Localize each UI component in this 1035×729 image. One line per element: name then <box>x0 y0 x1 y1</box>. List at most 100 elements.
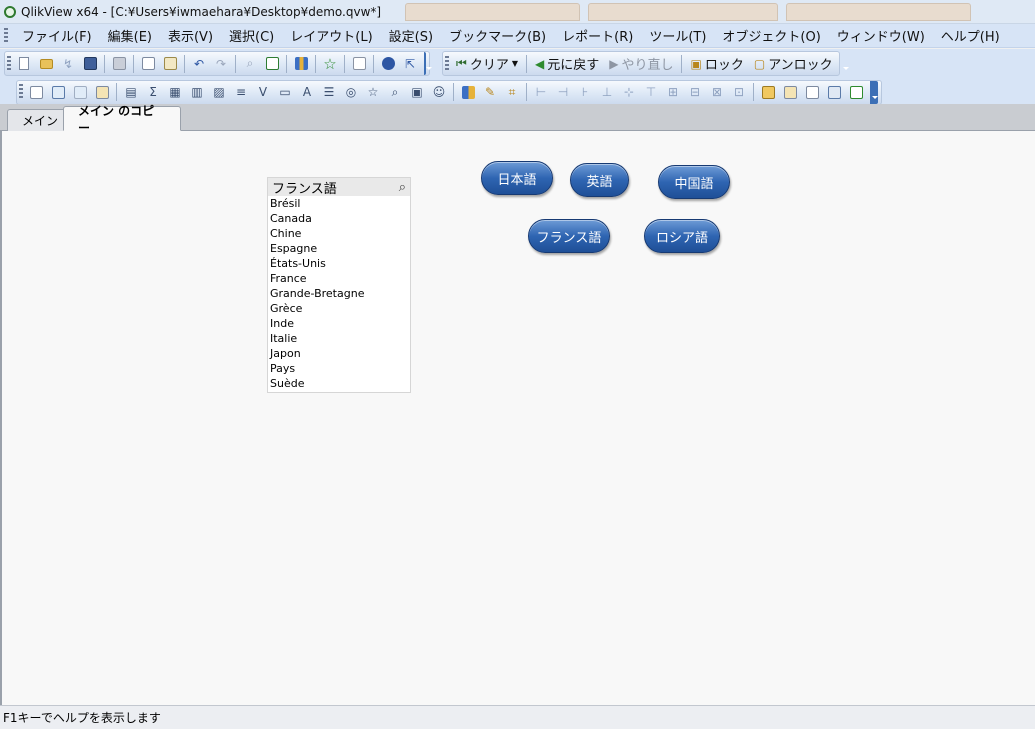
save-icon[interactable] <box>79 54 101 74</box>
chart-icon[interactable] <box>290 54 312 74</box>
align-left-icon[interactable]: ⊢ <box>530 82 552 102</box>
space-vertical-icon[interactable]: ⊟ <box>684 82 706 102</box>
edit-expression-icon[interactable] <box>801 82 823 102</box>
english-button[interactable]: 英語 <box>570 163 629 197</box>
button-object-icon[interactable]: ▭ <box>274 82 296 102</box>
menu-selections[interactable]: 選択(C) <box>221 26 282 45</box>
new-icon[interactable] <box>13 54 35 74</box>
forward-button[interactable]: ▶ やり直し <box>604 54 678 74</box>
menu-help[interactable]: ヘルプ(H) <box>933 26 1008 45</box>
sheet-properties-icon[interactable] <box>91 82 113 102</box>
list-item[interactable]: États-Unis <box>268 256 410 271</box>
slider-object-icon[interactable]: ◎ <box>340 82 362 102</box>
menu-edit[interactable]: 編集(E) <box>100 26 160 45</box>
promote-sheet-icon[interactable] <box>47 82 69 102</box>
reload-icon[interactable]: ↯ <box>57 54 79 74</box>
search-icon[interactable]: ⌕ <box>239 54 261 74</box>
chevron-down-icon[interactable]: ▼ <box>512 59 518 68</box>
edit-module-icon[interactable] <box>348 54 370 74</box>
adjust-top-icon[interactable]: ⊡ <box>728 82 750 102</box>
multi-box-icon[interactable]: ▥ <box>186 82 208 102</box>
toolbar-overflow-chevron[interactable] <box>424 52 432 75</box>
edit-script-icon[interactable] <box>137 54 159 74</box>
japanese-button[interactable]: 日本語 <box>481 161 553 195</box>
chart-wizard-icon[interactable] <box>457 82 479 102</box>
french-button[interactable]: フランス語 <box>528 219 610 253</box>
adjust-left-icon[interactable]: ⊠ <box>706 82 728 102</box>
user-properties-icon[interactable] <box>757 82 779 102</box>
list-item[interactable]: Grande-Bretagne <box>268 286 410 301</box>
expression-overview-icon[interactable] <box>845 82 867 102</box>
demote-sheet-icon[interactable] <box>69 82 91 102</box>
bookmark-star-icon[interactable]: ☆ <box>319 54 341 74</box>
menu-file[interactable]: ファイル(F) <box>14 26 100 45</box>
unlock-button[interactable]: ▢ アンロック <box>749 54 838 74</box>
open-icon[interactable] <box>35 54 57 74</box>
align-right-icon[interactable]: ⊦ <box>574 82 596 102</box>
custom-object-icon[interactable]: ☺ <box>428 82 450 102</box>
menubar-grip[interactable] <box>4 27 8 44</box>
menu-settings[interactable]: 設定(S) <box>381 26 441 45</box>
list-item[interactable]: Italie <box>268 331 410 346</box>
context-help-icon[interactable]: ⇱ <box>399 54 421 74</box>
russian-button[interactable]: ロシア語 <box>644 219 720 253</box>
menu-object[interactable]: オブジェクト(O) <box>714 26 828 45</box>
print-icon[interactable] <box>108 54 130 74</box>
list-item[interactable]: Japon <box>268 346 410 361</box>
space-horizontal-icon[interactable]: ⊞ <box>662 82 684 102</box>
menu-window[interactable]: ウィンドウ(W) <box>829 26 933 45</box>
forward-label: やり直し <box>621 58 674 73</box>
table-box-icon[interactable]: ▦ <box>164 82 186 102</box>
undo-icon[interactable]: ↶ <box>188 54 210 74</box>
list-item[interactable]: Espagne <box>268 241 410 256</box>
tab-main-copy[interactable]: メイン のコピー <box>63 104 181 135</box>
align-bottom-icon[interactable]: ⊥ <box>596 82 618 102</box>
new-sheet-icon[interactable] <box>25 82 47 102</box>
resize-icon[interactable]: ⌗ <box>501 82 523 102</box>
input-box-icon[interactable]: ≡ <box>230 82 252 102</box>
toolbar-grip[interactable] <box>7 55 11 72</box>
list-item[interactable]: Inde <box>268 316 410 331</box>
search-icon[interactable]: ⌕ <box>399 180 406 195</box>
chart-object-icon[interactable]: ▨ <box>208 82 230 102</box>
status-bar: F1キーでヘルプを表示します <box>0 705 1035 729</box>
table-viewer-icon[interactable] <box>823 82 845 102</box>
container-object-icon[interactable]: ▣ <box>406 82 428 102</box>
list-item[interactable]: Grèce <box>268 301 410 316</box>
statistics-box-icon[interactable]: Σ <box>142 82 164 102</box>
current-selections-icon[interactable]: V <box>252 82 274 102</box>
format-painter-icon[interactable]: ✎ <box>479 82 501 102</box>
list-item[interactable]: Pays <box>268 361 410 376</box>
menu-layout[interactable]: レイアウト(L) <box>282 26 380 45</box>
bookmark-object-icon[interactable]: ☆ <box>362 82 384 102</box>
menu-bookmarks[interactable]: ブックマーク(B) <box>441 26 554 45</box>
select-fields-icon[interactable] <box>261 54 283 74</box>
list-item[interactable]: Chine <box>268 226 410 241</box>
menu-view[interactable]: 表示(V) <box>160 26 221 45</box>
search-object-icon[interactable]: ⌕ <box>384 82 406 102</box>
reload-data-icon[interactable] <box>159 54 181 74</box>
redo-icon[interactable]: ↷ <box>210 54 232 74</box>
chinese-button[interactable]: 中国語 <box>658 165 730 199</box>
menu-reports[interactable]: レポート(R) <box>554 26 641 45</box>
text-object-icon[interactable]: A <box>296 82 318 102</box>
menu-tools[interactable]: ツール(T) <box>641 26 714 45</box>
list-item[interactable]: Brésil <box>268 196 410 211</box>
line-arrow-icon[interactable]: ☰ <box>318 82 340 102</box>
toolbar-grip[interactable] <box>445 55 449 72</box>
clear-button[interactable]: ⏮ クリア ▼ <box>451 54 523 74</box>
help-icon[interactable] <box>377 54 399 74</box>
list-item[interactable]: France <box>268 271 410 286</box>
toolbar-grip[interactable] <box>19 84 23 100</box>
lock-button[interactable]: ▣ ロック <box>685 54 748 74</box>
listbox-icon[interactable]: ▤ <box>120 82 142 102</box>
align-top-icon[interactable]: ⊤ <box>640 82 662 102</box>
align-middle-icon[interactable]: ⊹ <box>618 82 640 102</box>
back-button[interactable]: ◀ 元に戻す <box>530 54 604 74</box>
listbox-caption[interactable]: フランス語 ⌕ <box>268 178 410 197</box>
list-item[interactable]: Suède <box>268 376 410 391</box>
align-center-icon[interactable]: ⊣ <box>552 82 574 102</box>
toolbar-overflow-chevron[interactable] <box>870 80 878 104</box>
list-item[interactable]: Canada <box>268 211 410 226</box>
document-properties-icon[interactable] <box>779 82 801 102</box>
